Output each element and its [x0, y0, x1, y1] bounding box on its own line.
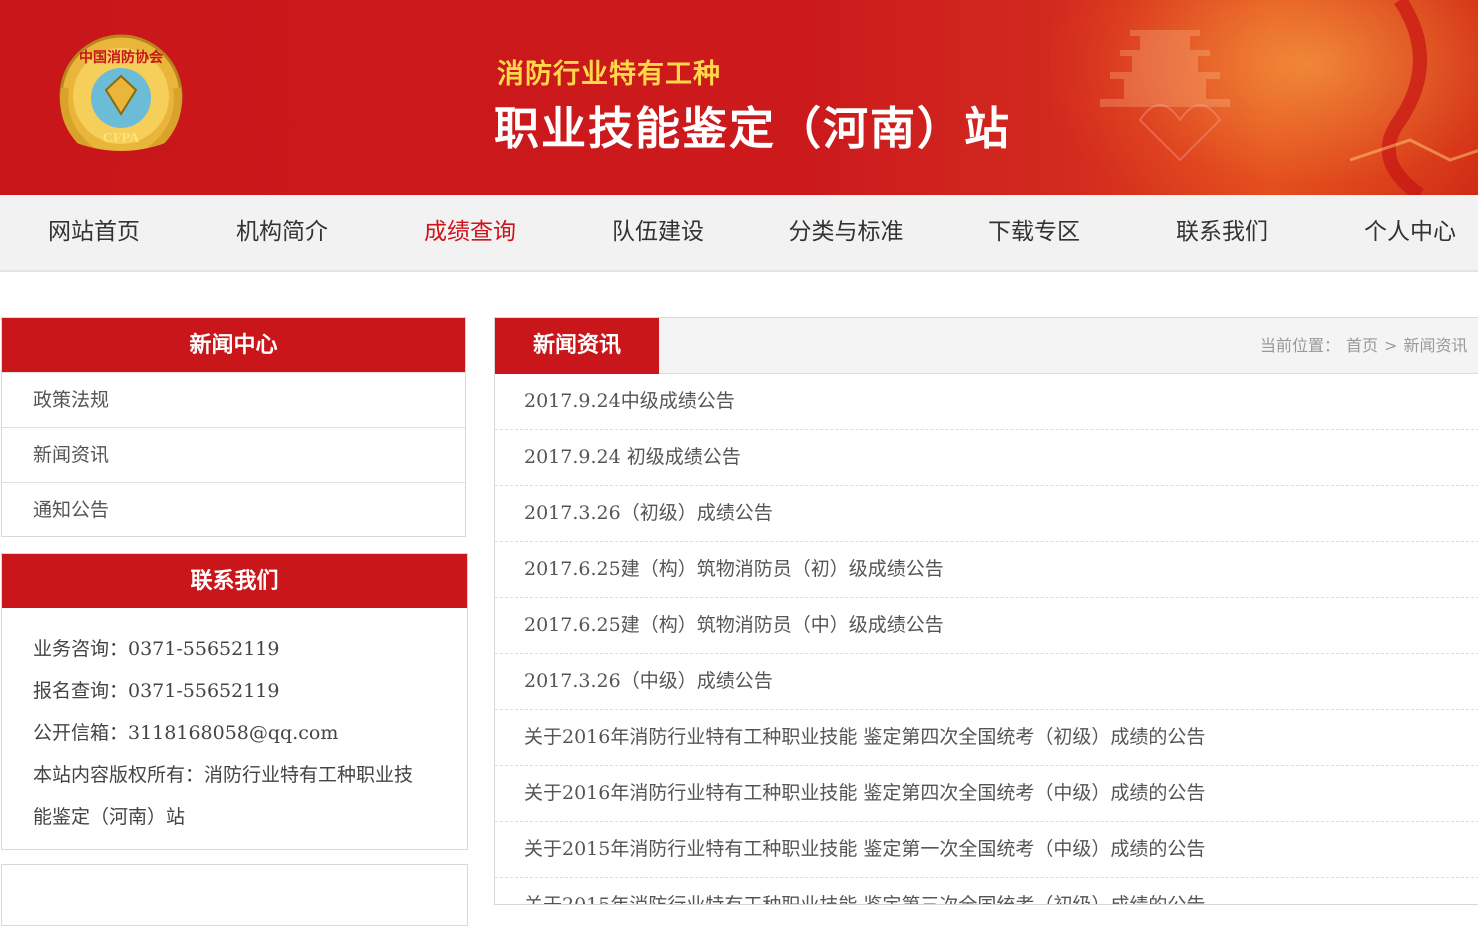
news-center-title: 新闻中心 [2, 318, 465, 372]
logo-abbr: CFPA [103, 131, 140, 146]
news-item[interactable]: 2017.6.25建（构）筑物消防员（初）级成绩公告 [495, 542, 1478, 598]
site-subtitle: 消防行业特有工种 [497, 59, 721, 90]
news-panel: 新闻资讯 当前位置： 首页 > 新闻资讯 2017.9.24中级成绩公告 2017.9… [494, 317, 1478, 905]
news-item[interactable]: 2017.9.24 初级成绩公告 [495, 430, 1478, 486]
news-list: 2017.9.24中级成绩公告 2017.9.24 初级成绩公告 2017.3.… [495, 374, 1478, 904]
news-item[interactable]: 2017.9.24中级成绩公告 [495, 374, 1478, 430]
news-item[interactable]: 关于2016年消防行业特有工种职业技能 鉴定第四次全国统考（中级）成绩的公告 [495, 766, 1478, 822]
breadcrumb-current[interactable]: 新闻资讯 [1403, 336, 1467, 355]
nav-user-center[interactable]: 个人中心 [1316, 195, 1478, 270]
breadcrumb-prefix: 当前位置： [1260, 336, 1341, 355]
sidebar-contact: 联系我们 业务咨询：0371-55652119 报名查询：0371-556521… [1, 553, 468, 850]
sidebar-item-news[interactable]: 新闻资讯 [2, 427, 465, 482]
nav-downloads[interactable]: 下载专区 [940, 195, 1128, 270]
temple-of-heaven-graphic [1100, 0, 1478, 195]
sidebar-news-center: 新闻中心 政策法规 新闻资讯 通知公告 [1, 317, 466, 537]
site-title: 职业技能鉴定（河南）站 [494, 102, 1012, 155]
nav-home[interactable]: 网站首页 [0, 195, 188, 270]
news-item[interactable]: 2017.3.26（初级）成绩公告 [495, 486, 1478, 542]
breadcrumb-separator: > [1384, 336, 1398, 355]
sidebar-item-policy[interactable]: 政策法规 [2, 372, 465, 427]
nav-about[interactable]: 机构简介 [188, 195, 376, 270]
sidebar-extra-box [1, 864, 468, 926]
contact-copyright-line2: 能鉴定（河南）站 [33, 806, 186, 828]
logo-text: 中国消防协会 [79, 49, 164, 66]
breadcrumb: 当前位置： 首页 > 新闻资讯 [1260, 318, 1473, 373]
news-item[interactable]: 关于2015年消防行业特有工种职业技能 鉴定第三次全国统考（初级）成绩的公告 [495, 878, 1478, 904]
contact-business-phone: 业务咨询：0371-55652119 [33, 638, 280, 660]
sidebar-item-notices[interactable]: 通知公告 [2, 482, 465, 537]
contact-email: 公开信箱：3118168058@qq.com [33, 722, 339, 744]
contact-title: 联系我们 [2, 554, 467, 608]
news-item[interactable]: 2017.6.25建（构）筑物消防员（中）级成绩公告 [495, 598, 1478, 654]
contact-copyright-line1: 本站内容版权所有：消防行业特有工种职业技 [33, 764, 414, 786]
news-panel-tab[interactable]: 新闻资讯 [495, 318, 659, 374]
header-banner: CFPA 中国消防协会 消防行业特有工种 职业技能鉴定（河南）站 [0, 0, 1478, 195]
news-panel-header: 新闻资讯 当前位置： 首页 > 新闻资讯 [495, 318, 1478, 374]
news-item[interactable]: 关于2015年消防行业特有工种职业技能 鉴定第一次全国统考（中级）成绩的公告 [495, 822, 1478, 878]
news-item[interactable]: 2017.3.26（中级）成绩公告 [495, 654, 1478, 710]
breadcrumb-home[interactable]: 首页 [1346, 336, 1378, 355]
news-item[interactable]: 关于2016年消防行业特有工种职业技能 鉴定第四次全国统考（初级）成绩的公告 [495, 710, 1478, 766]
nav-scores[interactable]: 成绩查询 [376, 195, 564, 270]
main-nav: 网站首页 机构简介 成绩查询 队伍建设 分类与标准 下载专区 联系我们 个人中心 [0, 195, 1478, 272]
nav-contact[interactable]: 联系我们 [1128, 195, 1316, 270]
contact-registration-phone: 报名查询：0371-55652119 [33, 680, 280, 702]
contact-info: 业务咨询：0371-55652119 报名查询：0371-55652119 公开… [2, 608, 467, 848]
nav-team[interactable]: 队伍建设 [564, 195, 752, 270]
nav-standards[interactable]: 分类与标准 [752, 195, 940, 270]
cfpa-logo: CFPA 中国消防协会 [59, 34, 183, 162]
